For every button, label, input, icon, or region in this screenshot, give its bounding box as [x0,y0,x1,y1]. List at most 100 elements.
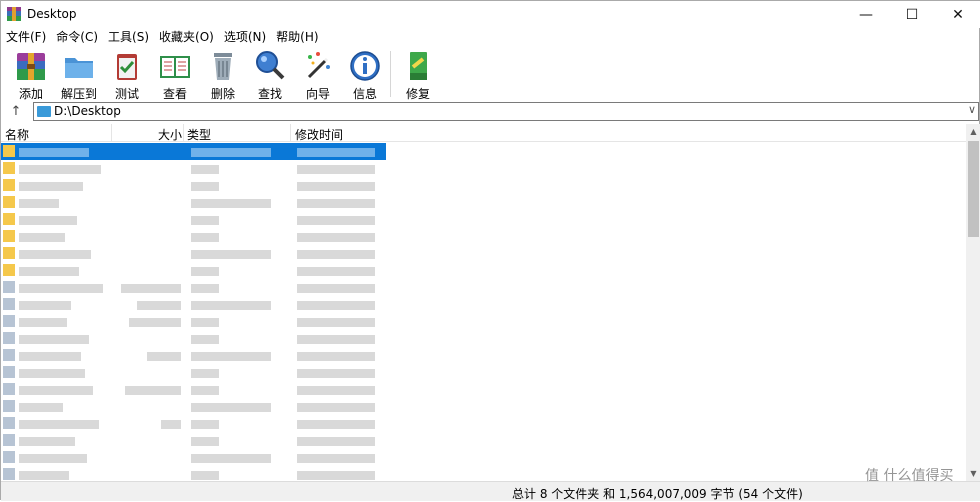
add-archive-icon [17,53,45,80]
file-size-cell [147,352,181,361]
winrar-app-icon [7,7,21,21]
address-bar[interactable]: D:\Desktop ∨ [33,102,979,121]
extract-to-label: 解压到 [60,87,97,101]
folder-icon [3,162,15,174]
scroll-down-icon[interactable]: ▼ [966,466,980,481]
test-button[interactable]: 测试 [104,49,150,101]
title-bar[interactable]: Desktop — ☐ ✕ [1,1,980,28]
add-button[interactable]: 添加 [8,49,54,101]
scrollbar-thumb[interactable] [968,141,979,237]
file-row[interactable] [1,330,386,347]
file-list[interactable]: 名称 ^ 大小 类型 修改时间 [1,124,966,481]
column-divider[interactable] [183,124,184,142]
file-name-cell [19,284,103,293]
file-type-cell [191,199,271,208]
column-header-type[interactable]: 类型 [187,126,211,143]
file-name-cell [19,386,93,395]
scroll-up-icon[interactable]: ▲ [966,124,980,139]
file-type-cell [191,352,271,361]
delete-button[interactable]: 删除 [200,49,246,101]
folder-icon [3,264,15,276]
file-name-cell [19,403,63,412]
menu-commands[interactable]: 命令(C) [51,28,103,46]
file-row[interactable] [1,415,386,432]
menu-help[interactable]: 帮助(H) [271,28,323,46]
repair-label: 修复 [405,87,430,101]
repair-button[interactable]: 修复 [395,49,441,101]
file-modified-cell [297,284,375,293]
folder-icon [3,179,15,191]
wizard-button[interactable]: 向导 [295,49,341,101]
file-size-cell [161,420,181,429]
file-row[interactable] [1,228,386,245]
file-type-cell [191,369,219,378]
chevron-down-icon[interactable]: ∨ [968,103,976,116]
file-row[interactable] [1,177,386,194]
file-modified-cell [297,318,375,327]
file-row[interactable] [1,211,386,228]
list-header: 名称 ^ 大小 类型 修改时间 [1,124,966,142]
file-icon [3,468,15,480]
file-modified-cell [297,454,375,463]
toolbar: 添加 解压到 测试 查看 删除 查找 向导 信息 修复 [1,47,980,101]
file-row[interactable] [1,347,386,364]
menu-tools[interactable]: 工具(S) [103,28,154,46]
up-folder-button[interactable]: ↑ [7,103,25,121]
folder-icon [3,196,15,208]
info-button[interactable]: 信息 [342,49,388,101]
file-modified-cell [297,386,375,395]
file-row[interactable] [1,466,386,481]
folder-icon [3,213,15,225]
info-icon [350,51,380,81]
vertical-scrollbar[interactable]: ▲ ▼ [966,124,980,481]
file-row[interactable] [1,296,386,313]
repair-book-icon [410,52,427,80]
file-row[interactable] [1,143,386,160]
file-row[interactable] [1,364,386,381]
column-divider[interactable] [111,124,112,142]
arrow-up-icon: ↑ [10,104,22,119]
column-header-name[interactable]: 名称 [5,126,29,143]
file-modified-cell [297,267,375,276]
file-icon [3,366,15,378]
file-name-cell [19,369,85,378]
file-name-cell [19,471,69,480]
list-body[interactable] [1,143,966,481]
extract-to-button[interactable]: 解压到 [56,49,102,101]
file-row[interactable] [1,432,386,449]
menu-options[interactable]: 选项(N) [219,28,271,46]
minimize-button[interactable]: — [843,1,889,28]
file-row[interactable] [1,381,386,398]
maximize-button[interactable]: ☐ [889,1,935,28]
file-name-cell [19,352,81,361]
column-header-modified[interactable]: 修改时间 [295,126,343,143]
file-row[interactable] [1,262,386,279]
test-label: 测试 [114,87,139,101]
file-size-cell [121,284,181,293]
address-row: ↑ D:\Desktop ∨ [1,101,980,123]
view-button[interactable]: 查看 [152,49,198,101]
folder-icon [3,145,15,157]
column-header-size[interactable]: 大小 [158,126,182,143]
menu-file[interactable]: 文件(F) [1,28,51,46]
file-type-cell [191,148,271,157]
file-row[interactable] [1,279,386,296]
file-type-cell [191,250,271,259]
file-row[interactable] [1,449,386,466]
column-divider[interactable] [290,124,291,142]
file-row[interactable] [1,160,386,177]
file-row[interactable] [1,398,386,415]
file-row[interactable] [1,313,386,330]
file-row[interactable] [1,194,386,211]
file-type-cell [191,216,219,225]
file-name-cell [19,165,101,174]
menu-favorites[interactable]: 收藏夹(O) [154,28,219,46]
file-row[interactable] [1,245,386,262]
file-name-cell [19,335,89,344]
file-size-cell [129,318,181,327]
close-button[interactable]: ✕ [935,1,980,28]
find-button[interactable]: 查找 [247,49,293,101]
find-magnifier-icon [256,51,285,80]
wizard-label: 向导 [305,87,330,101]
address-path[interactable]: D:\Desktop [54,104,121,118]
